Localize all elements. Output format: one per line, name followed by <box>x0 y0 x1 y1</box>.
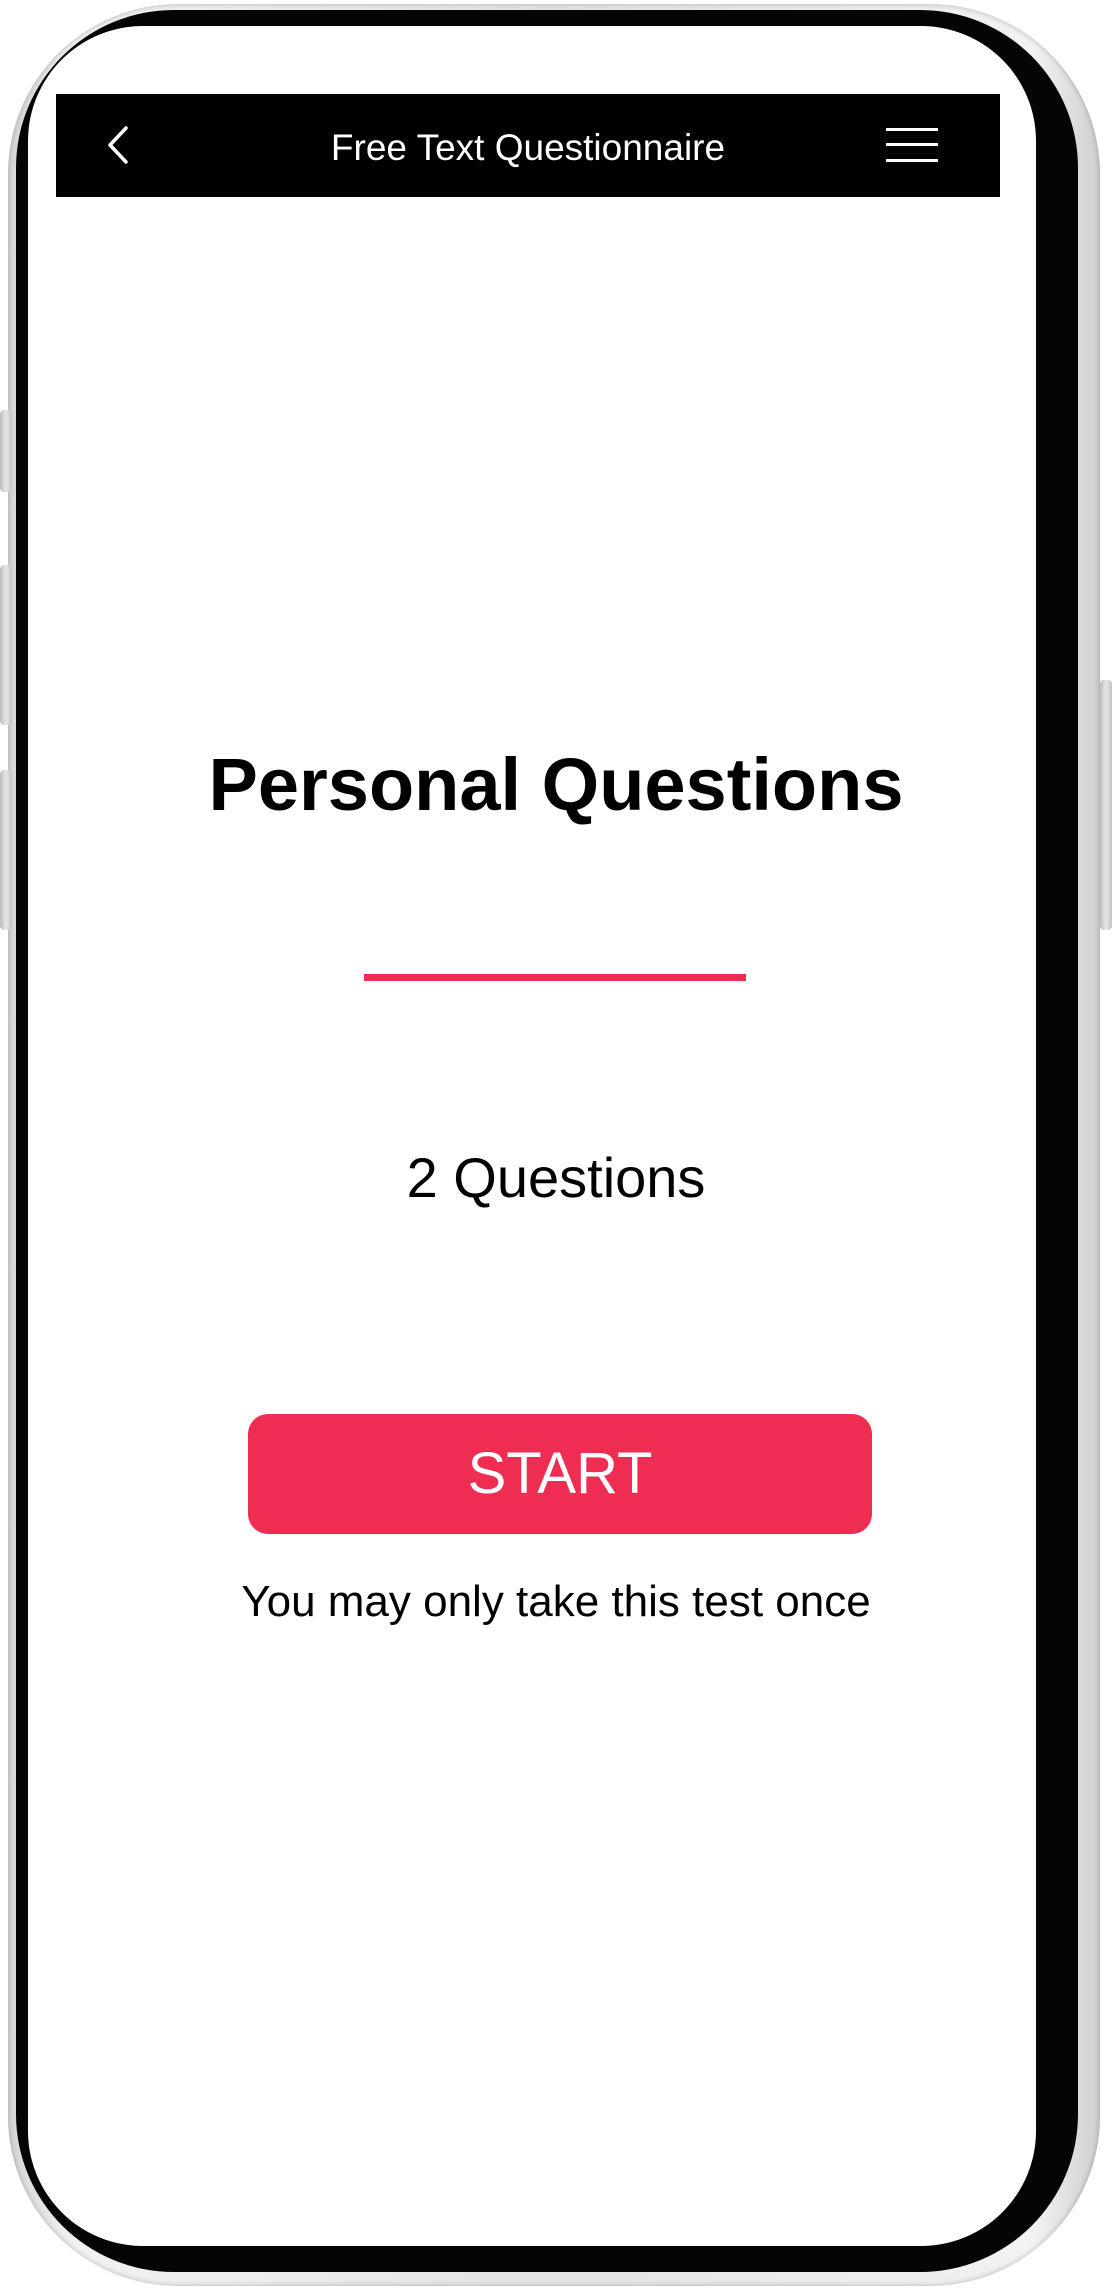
header-title: Free Text Questionnaire <box>330 127 726 168</box>
hamburger-menu-icon[interactable] <box>886 126 938 164</box>
screen <box>28 26 1036 2246</box>
page-title: Personal Questions <box>208 743 904 826</box>
attempt-note: You may only take this test once <box>241 1577 871 1626</box>
volume-up-button <box>0 565 12 725</box>
mute-switch <box>0 410 12 492</box>
question-count: 2 Questions <box>406 1146 706 1209</box>
app-header: Free Text Questionnaire <box>56 94 1000 197</box>
title-divider <box>364 974 746 981</box>
start-button[interactable]: START <box>248 1414 872 1534</box>
